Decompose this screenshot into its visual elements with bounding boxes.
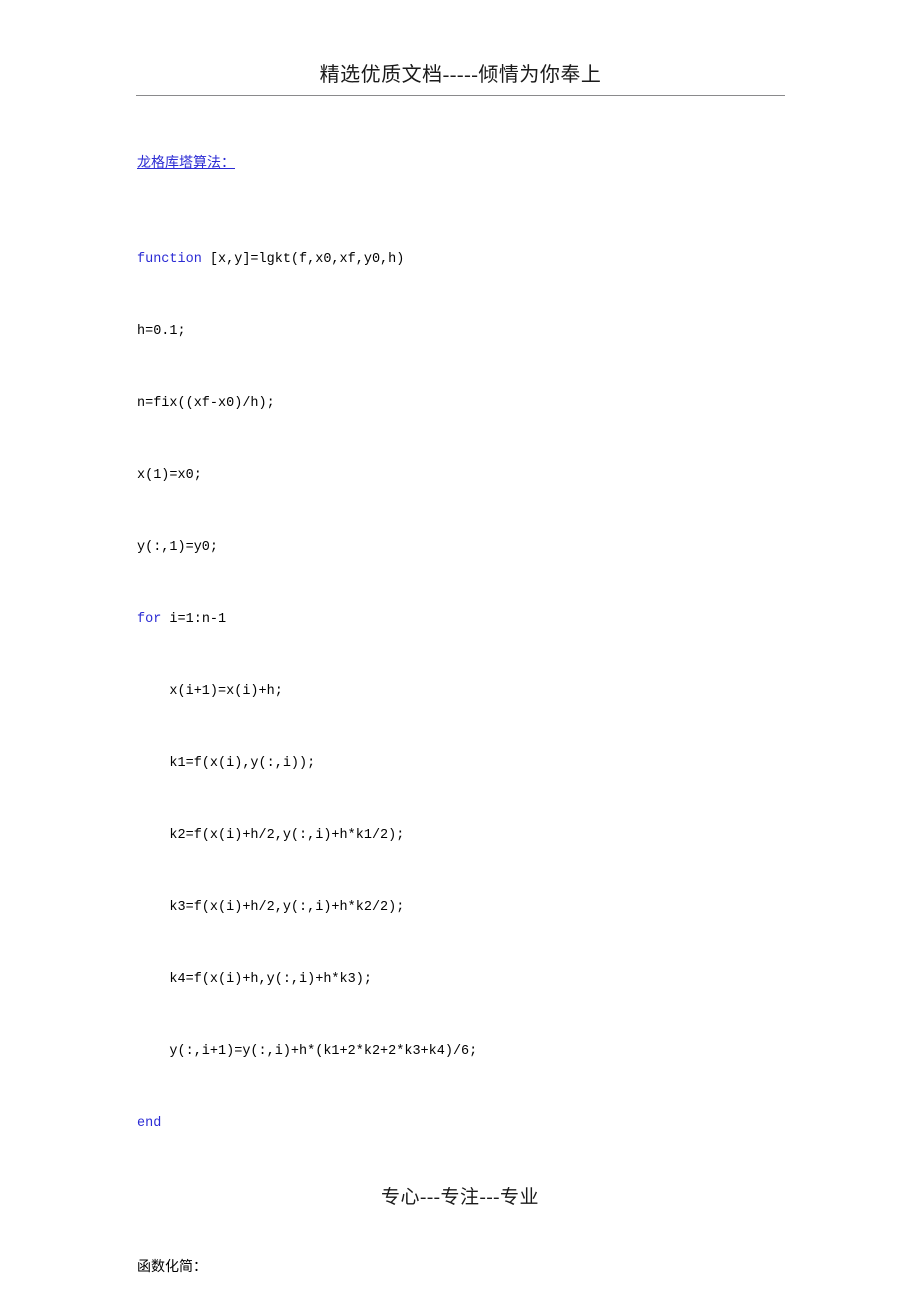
footer-text: 专心---专注---专业 (381, 1187, 539, 1208)
code-text: [x,y]=lgkt(f,x0,xf,y0,h) (201, 252, 405, 267)
document-body: 龙格库塔算法： function [x,y]=lgkt(f,x0,xf,y0,h… (137, 152, 837, 1302)
page-header-banner: 精选优质文档-----倾情为你奉上 (136, 58, 785, 100)
code-text: i=1:n-1 (161, 612, 227, 627)
code-line: h=0.1; (137, 324, 186, 339)
code-line: x(i+1)=x(i)+h; (137, 684, 283, 699)
keyword-for: for (137, 612, 162, 627)
code-line: k2=f(x(i)+h/2,y(:,i)+h*k1/2); (137, 828, 405, 843)
code-line: y(:,1)=y0; (137, 540, 219, 555)
code-line: k4=f(x(i)+h,y(:,i)+h*k3); (137, 972, 372, 987)
header-banner-text: 精选优质文档-----倾情为你奉上 (319, 64, 602, 86)
document-page: 精选优质文档-----倾情为你奉上 龙格库塔算法： function [x,y]… (0, 0, 920, 1302)
keyword-end: end (137, 1116, 162, 1131)
code-line: function [x,y]=lgkt(f,x0,xf,y0,h) (137, 248, 837, 272)
header-divider-rule (136, 95, 785, 96)
section-heading-runge-kutta: 龙格库塔算法： (137, 152, 837, 176)
code-line: x(1)=x0; (137, 468, 202, 483)
code-line: y(:,i+1)=y(:,i)+h*(k1+2*k2+2*k3+k4)/6; (137, 1044, 478, 1059)
section-heading-runge-kutta-text: 龙格库塔算法： (137, 156, 235, 171)
section-heading-function-simplify: 函数化简： (137, 1260, 207, 1275)
code-line: k1=f(x(i),y(:,i)); (137, 756, 316, 771)
keyword-function: function (137, 252, 202, 267)
code-line: k3=f(x(i)+h/2,y(:,i)+h*k2/2); (137, 900, 405, 915)
code-line: n=fix((xf-x0)/h); (137, 396, 275, 411)
code-block-runge-kutta: function [x,y]=lgkt(f,x0,xf,y0,h) h=0.1;… (137, 200, 837, 1184)
page-footer: 专心---专注---专业 (0, 1184, 920, 1212)
code-line: for i=1:n-1 (137, 608, 837, 632)
code-line: end (137, 1112, 837, 1136)
